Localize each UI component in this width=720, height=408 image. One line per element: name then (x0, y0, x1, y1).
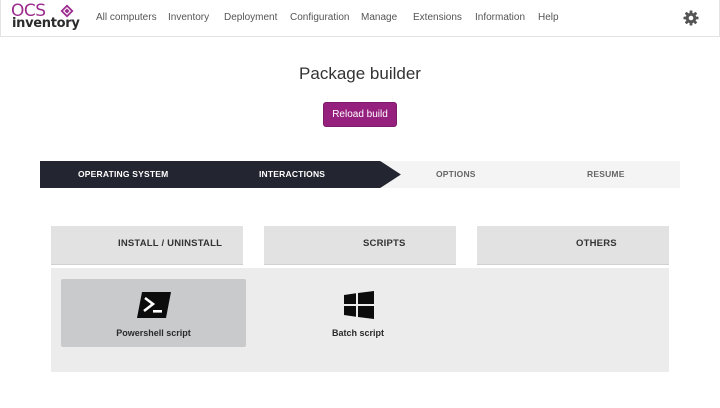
page-title: Package builder (299, 64, 421, 83)
tab-scripts-label: SCRIPTS (363, 238, 406, 249)
reload-build-button[interactable]: Reload build (323, 102, 397, 127)
tab-others-label: OTHERS (576, 238, 617, 249)
nav-configuration[interactable]: Configuration (290, 12, 349, 23)
tab-install-uninstall[interactable]: INSTALL / UNINSTALL (51, 226, 243, 265)
ocs-inventory-logo[interactable]: OCS inventory (11, 1, 80, 32)
tab-others[interactable]: OTHERS (477, 226, 669, 265)
gear-icon[interactable] (683, 10, 699, 26)
tab-install-uninstall-label: INSTALL / UNINSTALL (118, 238, 223, 249)
nav-all-computers[interactable]: All computers (96, 12, 157, 23)
windows-icon (344, 291, 374, 319)
top-navbar: OCS inventory All computers Inventory De… (0, 0, 720, 37)
nav-inventory[interactable]: Inventory (168, 12, 209, 23)
powershell-icon (137, 292, 171, 318)
nav-manage[interactable]: Manage (361, 12, 397, 23)
logo-text-inventory: inventory (12, 16, 80, 31)
nav-extensions[interactable]: Extensions (413, 12, 462, 23)
batch-script-label: Batch script (331, 328, 384, 338)
tab-scripts[interactable]: SCRIPTS (264, 226, 456, 265)
nav-information[interactable]: Information (475, 12, 525, 23)
powershell-script-card[interactable]: Powershell script (61, 279, 246, 347)
powershell-script-label: Powershell script (116, 328, 191, 338)
wizard-steps: OPERATING SYSTEM INTERACTIONS OPTIONS RE… (40, 161, 680, 188)
step-interactions[interactable]: INTERACTIONS (259, 169, 325, 179)
nav-help[interactable]: Help (538, 12, 559, 23)
batch-script-card[interactable]: Batch script (283, 279, 433, 347)
step-resume[interactable]: RESUME (587, 169, 625, 179)
step-operating-system[interactable]: OPERATING SYSTEM (78, 169, 168, 179)
step-options[interactable]: OPTIONS (436, 169, 476, 179)
nav-deployment[interactable]: Deployment (224, 12, 277, 23)
scripts-panel: Powershell script Batch script (51, 268, 669, 372)
